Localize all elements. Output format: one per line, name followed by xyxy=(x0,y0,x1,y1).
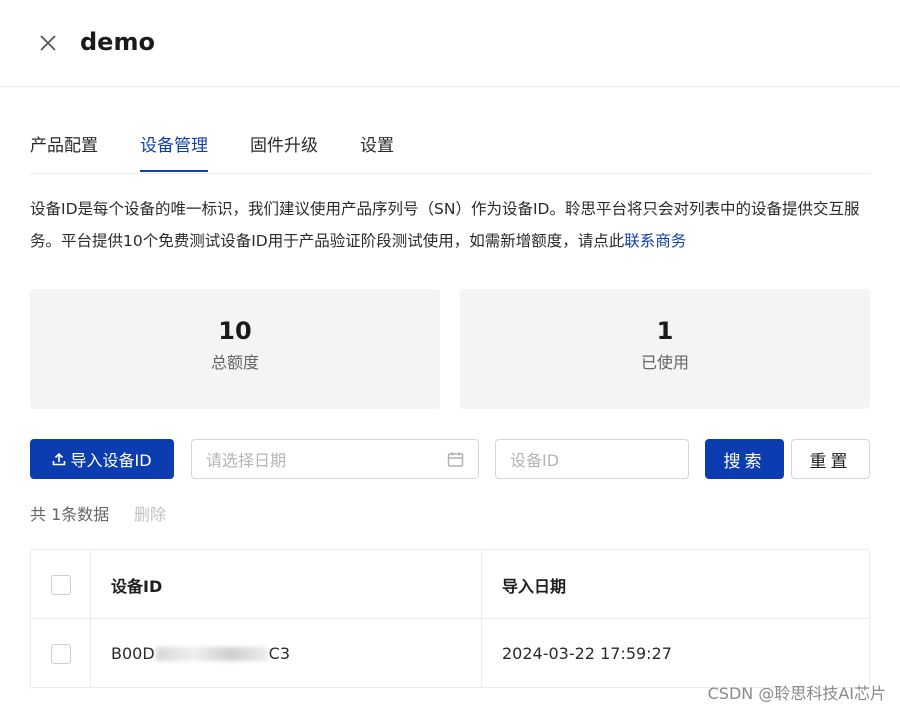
import-device-id-button[interactable]: 导入设备ID xyxy=(30,439,174,479)
device-id-prefix: B00D xyxy=(111,644,155,663)
page-title: demo xyxy=(80,28,155,56)
watermark: CSDN @聆思科技AI芯片 xyxy=(707,684,886,703)
import-button-label: 导入设备ID xyxy=(70,451,152,470)
record-count: 共 1条数据 xyxy=(30,505,110,524)
table-row: B00D C3 2024-03-22 17:59:27 xyxy=(31,619,869,688)
upload-icon xyxy=(53,452,66,466)
device-id-input[interactable]: 设备ID xyxy=(495,439,689,479)
date-placeholder: 请选择日期 xyxy=(206,451,287,470)
used-quota-value: 1 xyxy=(656,317,674,345)
redacted-region xyxy=(155,646,268,661)
used-quota-card: 1 已使用 xyxy=(460,289,870,409)
description-text: 设备ID是每个设备的唯一标识，我们建议使用产品序列号（SN）作为设备ID。聆思平… xyxy=(30,200,860,250)
total-quota-value: 10 xyxy=(218,317,252,345)
tab-settings[interactable]: 设置 xyxy=(360,134,394,170)
used-quota-label: 已使用 xyxy=(640,353,689,372)
header-checkbox-cell xyxy=(31,550,91,619)
row-checkbox[interactable] xyxy=(50,643,71,664)
device-id-cell: B00D C3 xyxy=(91,619,482,688)
select-all-checkbox[interactable] xyxy=(50,574,71,595)
row-checkbox-cell xyxy=(31,619,91,688)
reset-button[interactable]: 重置 xyxy=(791,439,870,479)
device-id-description: 设备ID是每个设备的唯一标识，我们建议使用产品序列号（SN）作为设备ID。聆思平… xyxy=(30,193,875,257)
search-button[interactable]: 搜索 xyxy=(705,439,784,479)
tab-device-management[interactable]: 设备管理 xyxy=(140,134,208,172)
table-header-row: 设备ID 导入日期 xyxy=(31,550,869,619)
drawer-header: demo xyxy=(0,0,900,87)
device-id-suffix: C3 xyxy=(268,644,291,663)
contact-sales-link[interactable]: 联系商务 xyxy=(624,232,686,250)
date-picker-input[interactable]: 请选择日期 xyxy=(191,439,479,479)
device-table: 设备ID 导入日期 B00D C3 2024-03-22 17:59:27 xyxy=(30,549,870,689)
total-quota-label: 总额度 xyxy=(210,353,259,372)
tab-bar: 产品配置 设备管理 固件升级 设置 xyxy=(30,128,870,174)
column-header-import-date: 导入日期 xyxy=(502,576,567,596)
delete-button[interactable]: 删除 xyxy=(134,503,166,527)
close-icon[interactable] xyxy=(36,31,60,55)
column-header-device-id: 设备ID xyxy=(91,550,482,619)
tab-firmware-upgrade[interactable]: 固件升级 xyxy=(250,134,318,170)
calendar-icon xyxy=(447,451,464,467)
import-date-cell: 2024-03-22 17:59:27 xyxy=(502,644,672,663)
device-id-placeholder: 设备ID xyxy=(510,451,560,470)
tab-product-config[interactable]: 产品配置 xyxy=(30,134,98,170)
total-quota-card: 10 总额度 xyxy=(30,289,440,409)
